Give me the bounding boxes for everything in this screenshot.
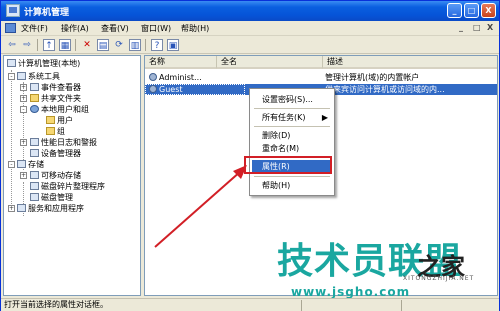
tree-expander[interactable]: - <box>8 161 15 168</box>
system-tools-icon <box>17 72 26 80</box>
removable-storage-icon <box>30 171 39 179</box>
folder-icon <box>46 116 55 124</box>
disk-management-icon <box>30 193 39 201</box>
tree-expander[interactable]: + <box>8 205 15 212</box>
defragmenter-icon <box>30 182 39 190</box>
watermark-url: www.jsgho.com <box>291 285 411 299</box>
tree-expander[interactable]: + <box>20 139 27 146</box>
menu-help[interactable]: 帮助(H) <box>181 23 209 34</box>
disabled-user-icon <box>149 85 157 93</box>
tree-root[interactable]: 计算机管理(本地) <box>7 58 80 69</box>
menu-item-rename[interactable]: 重命名(M) <box>252 142 332 155</box>
tree-item-shared-folders[interactable]: 共享文件夹 <box>30 93 81 104</box>
menu-action[interactable]: 操作(A) <box>61 23 89 34</box>
submenu-arrow-icon: ▶ <box>321 113 328 122</box>
tree-item-users[interactable]: 用户 <box>46 115 73 126</box>
computer-management-window: 计算机管理 _ □ X 文件(F) 操作(A) 查看(V) 窗口(W) 帮助(H… <box>0 0 500 311</box>
status-divider <box>401 300 402 311</box>
tree-item-event-viewer[interactable]: 事件查看器 <box>30 82 81 93</box>
refresh-icon[interactable]: ⟳ <box>113 39 125 51</box>
window-title: 计算机管理 <box>24 8 70 18</box>
highlight-box <box>244 156 332 174</box>
tree-guide-line <box>11 70 12 210</box>
context-menu: 设置密码(S)... 所有任务(K) ▶ 删除(D) 重命名(M) 属性(R) … <box>249 88 335 196</box>
menu-separator <box>254 108 330 109</box>
event-viewer-icon <box>30 83 39 91</box>
mdi-close-button[interactable]: X <box>487 23 493 32</box>
row-name: Administ... <box>159 73 202 82</box>
menu-separator <box>254 126 330 127</box>
user-icon <box>149 73 157 81</box>
row-description: 供来宾访问计算机或访问域的内... <box>325 85 445 94</box>
annotation-arrow <box>154 165 247 248</box>
tree-item-local-users-groups[interactable]: 本地用户和组 <box>30 104 89 115</box>
menu-item-all-tasks[interactable]: 所有任务(K) ▶ <box>252 111 332 124</box>
watermark: 技术员联盟 之家 XITONGZHIJIA.NET www.jsgho.com <box>273 241 493 301</box>
tree-item-removable-storage[interactable]: 可移动存储 <box>30 170 81 181</box>
services-icon <box>17 204 26 212</box>
status-text: 打开当前选择的属性对话框。 <box>4 300 108 309</box>
minimize-button[interactable]: _ <box>447 3 462 18</box>
tree-expander[interactable]: + <box>20 95 27 102</box>
column-header-name[interactable]: 名称 <box>145 56 217 69</box>
tree-item-disk-management[interactable]: 磁盘管理 <box>30 192 73 203</box>
tree-expander[interactable]: + <box>20 84 27 91</box>
menu-item-set-password[interactable]: 设置密码(S)... <box>252 93 332 106</box>
tree-item-performance-logs[interactable]: 性能日志和警报 <box>30 137 97 148</box>
users-groups-icon <box>30 105 39 113</box>
tree-item-device-manager[interactable]: 设备管理器 <box>30 148 81 159</box>
close-button[interactable]: X <box>481 3 496 18</box>
tree-expander[interactable]: - <box>8 73 15 80</box>
storage-icon <box>17 160 26 168</box>
menu-item-help[interactable]: 帮助(H) <box>252 179 332 192</box>
status-divider <box>301 300 302 311</box>
watermark-site: XITONGZHIJIA.NET <box>403 275 475 282</box>
tree-item-groups[interactable]: 组 <box>46 126 65 137</box>
mmc-console-icon[interactable] <box>5 23 16 33</box>
mdi-restore-button[interactable]: □ <box>473 23 481 32</box>
menu-separator <box>254 176 330 177</box>
performance-icon <box>30 138 39 146</box>
row-name: Guest <box>159 85 183 94</box>
tree-expander[interactable]: - <box>20 106 27 113</box>
tree-item-disk-defragmenter[interactable]: 磁盘碎片整理程序 <box>30 181 105 192</box>
computer-icon <box>7 59 16 67</box>
toolbar: ⇦ ⇨ ↑ ▦ ✕ ▤ ⟳ ▥ ? ▣ <box>1 36 499 54</box>
mdi-minimize-button[interactable]: _ <box>459 23 463 32</box>
folder-icon <box>46 127 55 135</box>
tree-item-services-applications[interactable]: 服务和应用程序 <box>17 203 84 214</box>
row-description: 管理计算机(域)的内置帐户 <box>325 73 420 82</box>
tree-item-storage[interactable]: 存储 <box>17 159 44 170</box>
console-tree: 计算机管理(本地) - 系统工具 + 事件查看器 + 共享文件夹 - 本地用户和… <box>3 55 141 296</box>
export-list-icon[interactable]: ▥ <box>129 39 141 51</box>
toolbar-separator <box>145 39 146 51</box>
menu-item-delete[interactable]: 删除(D) <box>252 129 332 142</box>
title-bar[interactable]: 计算机管理 _ □ X <box>1 1 499 21</box>
menu-view[interactable]: 查看(V) <box>101 23 129 34</box>
toolbar-separator <box>75 39 76 51</box>
tree-item-system-tools[interactable]: 系统工具 <box>17 71 60 82</box>
help-topic-icon[interactable]: ▣ <box>167 39 179 51</box>
up-folder-icon[interactable]: ↑ <box>43 39 55 51</box>
help-icon[interactable]: ? <box>151 39 163 51</box>
properties-icon[interactable]: ▤ <box>97 39 109 51</box>
toolbar-separator <box>37 39 38 51</box>
column-header-fullname[interactable]: 全名 <box>217 56 323 69</box>
delete-icon[interactable]: ✕ <box>81 39 93 51</box>
maximize-button[interactable]: □ <box>464 3 479 18</box>
shared-folder-icon <box>30 94 39 102</box>
computer-management-icon <box>6 4 20 17</box>
menu-window[interactable]: 窗口(W) <box>141 23 171 34</box>
device-manager-icon <box>30 149 39 157</box>
show-hide-tree-icon[interactable]: ▦ <box>59 39 71 51</box>
forward-arrow-icon[interactable]: ⇨ <box>21 39 33 51</box>
list-row-administrator[interactable]: Administ... 管理计算机(域)的内置帐户 <box>145 72 497 83</box>
back-arrow-icon[interactable]: ⇦ <box>6 39 18 51</box>
menu-bar: 文件(F) 操作(A) 查看(V) 窗口(W) 帮助(H) _ □ X <box>1 21 499 36</box>
column-header-description[interactable]: 描述 <box>323 56 497 69</box>
status-bar: 打开当前选择的属性对话框。 <box>1 298 499 311</box>
tree-expander[interactable]: + <box>20 172 27 179</box>
menu-file[interactable]: 文件(F) <box>21 23 48 34</box>
